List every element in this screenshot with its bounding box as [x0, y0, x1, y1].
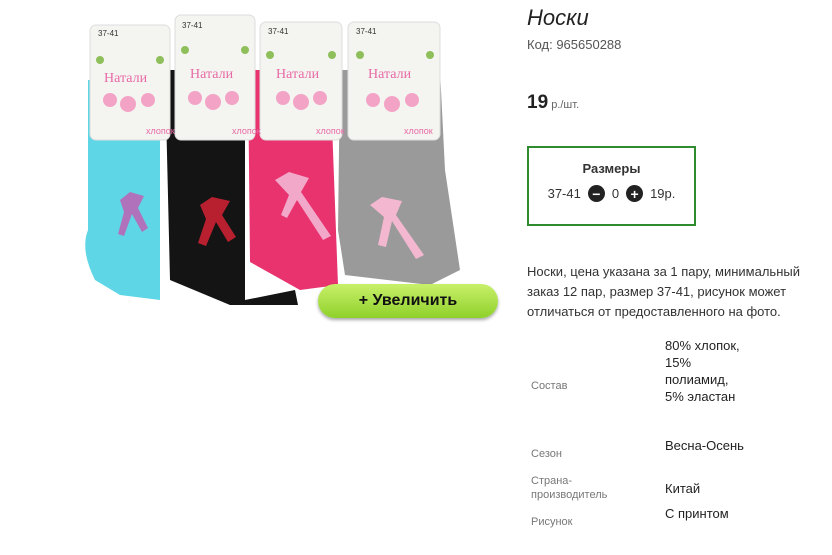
- material-label: хлопок: [146, 126, 175, 136]
- sizes-title: Размеры: [582, 161, 641, 176]
- spec-label-pattern: Рисунок: [531, 516, 573, 528]
- product-image[interactable]: Натали Натали Натали Натали 37-41 37-41 …: [0, 0, 510, 330]
- spec-value-pattern: С принтом: [665, 506, 729, 521]
- svg-text:37-41: 37-41: [356, 27, 377, 36]
- quantity-value: 0: [611, 186, 620, 201]
- spec-label-country: Страна-производитель: [531, 475, 608, 501]
- size-price: 19р.: [650, 186, 676, 201]
- brand-label: Натали: [104, 71, 148, 86]
- svg-text:37-41: 37-41: [182, 21, 203, 30]
- svg-text:Натали: Натали: [190, 67, 234, 82]
- zoom-button-label: + Увеличить: [358, 292, 458, 309]
- product-description: Носки, цена указана за 1 пару, минимальн…: [527, 264, 800, 319]
- spec-value-season: Весна-Осень: [665, 438, 744, 453]
- product-price: 19 р./шт.: [527, 92, 579, 114]
- spec-label-composition: Состав: [531, 380, 568, 392]
- svg-text:хлопок: хлопок: [232, 126, 261, 136]
- size-label: 37-41: [547, 186, 581, 201]
- product-title: Носки: [527, 5, 589, 30]
- spec-value-country: Китай: [665, 481, 701, 496]
- zoom-button[interactable]: + Увеличить: [318, 284, 498, 318]
- price-unit: р./шт.: [548, 99, 580, 111]
- sizes-box: Размеры 37-41 − 0 + 19р.: [527, 146, 696, 226]
- svg-text:Натали: Натали: [368, 67, 412, 82]
- svg-text:37-41: 37-41: [268, 27, 289, 36]
- svg-text:хлопок: хлопок: [404, 126, 433, 136]
- minus-icon[interactable]: −: [587, 185, 605, 202]
- plus-icon[interactable]: +: [626, 185, 644, 202]
- price-value: 19: [527, 92, 549, 113]
- socks-photo: Натали Натали Натали Натали 37-41 37-41 …: [85, 14, 460, 305]
- svg-text:хлопок: хлопок: [316, 126, 345, 136]
- spec-label-season: Сезон: [531, 448, 562, 460]
- size-row: 37-41 − 0 + 19р.: [529, 185, 694, 202]
- product-code: Код: 965650288: [527, 37, 622, 52]
- size-label: 37-41: [98, 29, 119, 38]
- spec-value-composition: 80% хлопок, 15% полиамид, 5% эластан: [665, 338, 740, 404]
- svg-text:Натали: Натали: [276, 67, 320, 82]
